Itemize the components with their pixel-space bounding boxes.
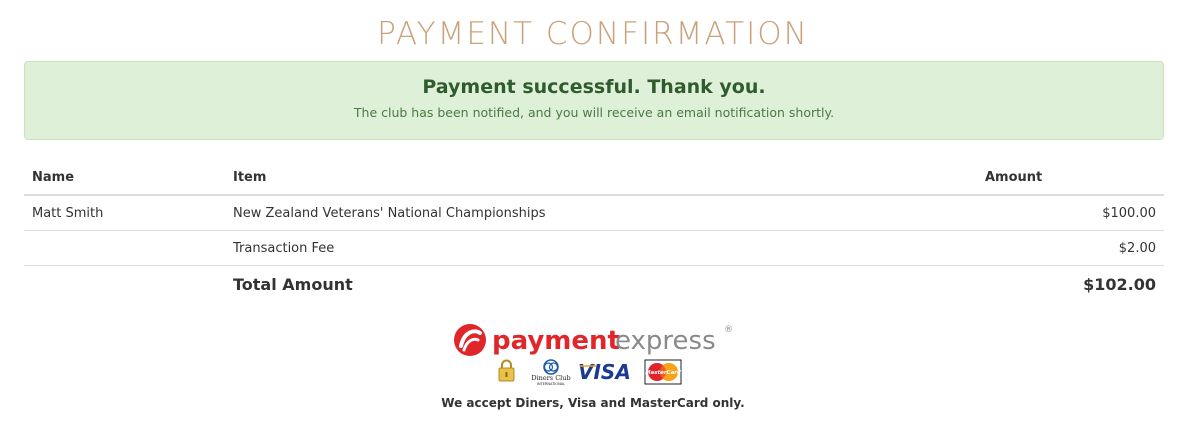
brand-secondary: express [615, 326, 716, 356]
alert-message: The club has been notified, and you will… [353, 105, 835, 120]
alert-heading: Payment successful. Thank you. [422, 76, 766, 98]
visa-icon: VISA [578, 360, 631, 384]
header-amount: Amount [977, 160, 1164, 196]
total-label: Total Amount [233, 274, 353, 294]
brand-mark: ® [724, 325, 733, 335]
success-alert: Payment successful. Thank you. The club … [24, 61, 1164, 140]
row-item: New Zealand Veterans' National Champions… [225, 195, 977, 231]
payment-table: Name Item Amount Matt Smith New Zealand … [24, 160, 1164, 302]
card-logos: Diners Club INTERNATIONAL VISA MasterCar… [496, 358, 686, 386]
lock-icon [498, 359, 515, 382]
payment-express-logo: payment express ® [452, 320, 734, 360]
total-row: Total Amount $102.00 [24, 266, 1164, 303]
table-header-row: Name Item Amount [24, 160, 1164, 196]
accepted-cards-note: We accept Diners, Visa and MasterCard on… [441, 396, 745, 410]
table-row: Matt Smith New Zealand Veterans' Nationa… [24, 195, 1164, 231]
brand-primary: payment [492, 326, 620, 356]
row-name: Matt Smith [24, 195, 225, 231]
row-name [24, 230, 225, 266]
row-amount: $2.00 [977, 230, 1164, 266]
table-row: Transaction Fee $2.00 [24, 230, 1164, 266]
svg-text:VISA: VISA [578, 360, 631, 384]
payment-express-swirl-icon [454, 324, 486, 356]
svg-text:Diners Club: Diners Club [531, 374, 570, 382]
header-name: Name [24, 160, 225, 196]
header-item: Item [225, 160, 977, 196]
total-value: $102.00 [1083, 274, 1156, 294]
svg-text:MasterCard: MasterCard [645, 370, 681, 376]
svg-text:INTERNATIONAL: INTERNATIONAL [537, 382, 565, 386]
mastercard-icon: MasterCard [644, 359, 682, 385]
row-item: Transaction Fee [225, 230, 977, 266]
page-title: PAYMENT CONFIRMATION [377, 16, 809, 52]
diners-club-icon: Diners Club INTERNATIONAL [531, 359, 571, 386]
row-amount: $100.00 [977, 195, 1164, 231]
